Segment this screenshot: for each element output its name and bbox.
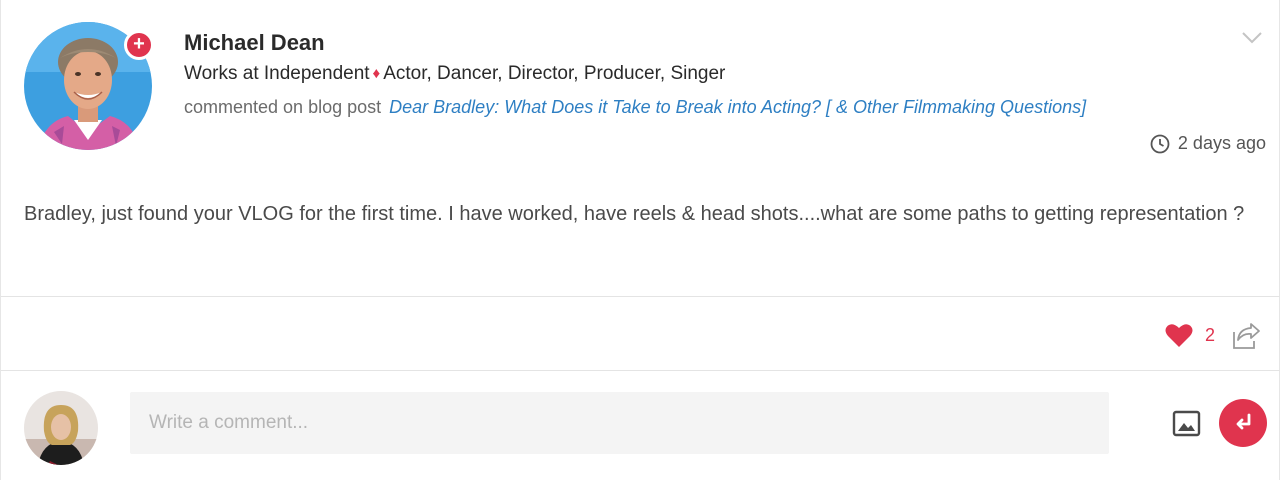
author-workplace: Works at Independent (184, 63, 370, 84)
blog-post-link[interactable]: Dear Bradley: What Does it Take to Break… (389, 97, 1086, 117)
comment-input[interactable] (130, 392, 1109, 454)
activity-prefix: commented on blog post (184, 97, 382, 117)
clock-icon (1150, 134, 1170, 153)
share-icon[interactable] (1231, 320, 1261, 350)
timestamp: 2 days ago (1150, 133, 1266, 154)
chevron-down-icon[interactable] (1241, 26, 1263, 48)
activity-line: commented on blog post Dear Bradley: Wha… (184, 97, 1086, 118)
heart-icon (1165, 323, 1193, 347)
author-avatar-wrap: + (24, 22, 154, 150)
like-count: 2 (1204, 324, 1215, 345)
author-meta: Works at Independent ♦ Actor, Dancer, Dire… (184, 63, 725, 85)
post-actions: 2 (1165, 320, 1261, 350)
current-user-avatar (24, 391, 98, 465)
author-roles: Actor, Dancer, Director, Producer, Singe… (383, 63, 726, 84)
image-upload-icon[interactable] (1171, 408, 1202, 439)
send-button[interactable] (1219, 399, 1267, 447)
diamond-icon: ♦ (372, 65, 381, 82)
comment-body: Bradley, just found your VLOG for the fi… (24, 203, 1245, 225)
author-name[interactable]: Michael Dean (184, 30, 325, 56)
activity-card: + Michael Dean Works at Independent ♦ Acto… (0, 0, 1280, 480)
like-button[interactable]: 2 (1165, 323, 1215, 348)
timestamp-text: 2 days ago (1177, 133, 1266, 153)
divider (1, 370, 1280, 371)
follow-button[interactable]: + (124, 30, 154, 60)
divider (1, 296, 1280, 297)
enter-arrow-icon (1236, 413, 1251, 430)
